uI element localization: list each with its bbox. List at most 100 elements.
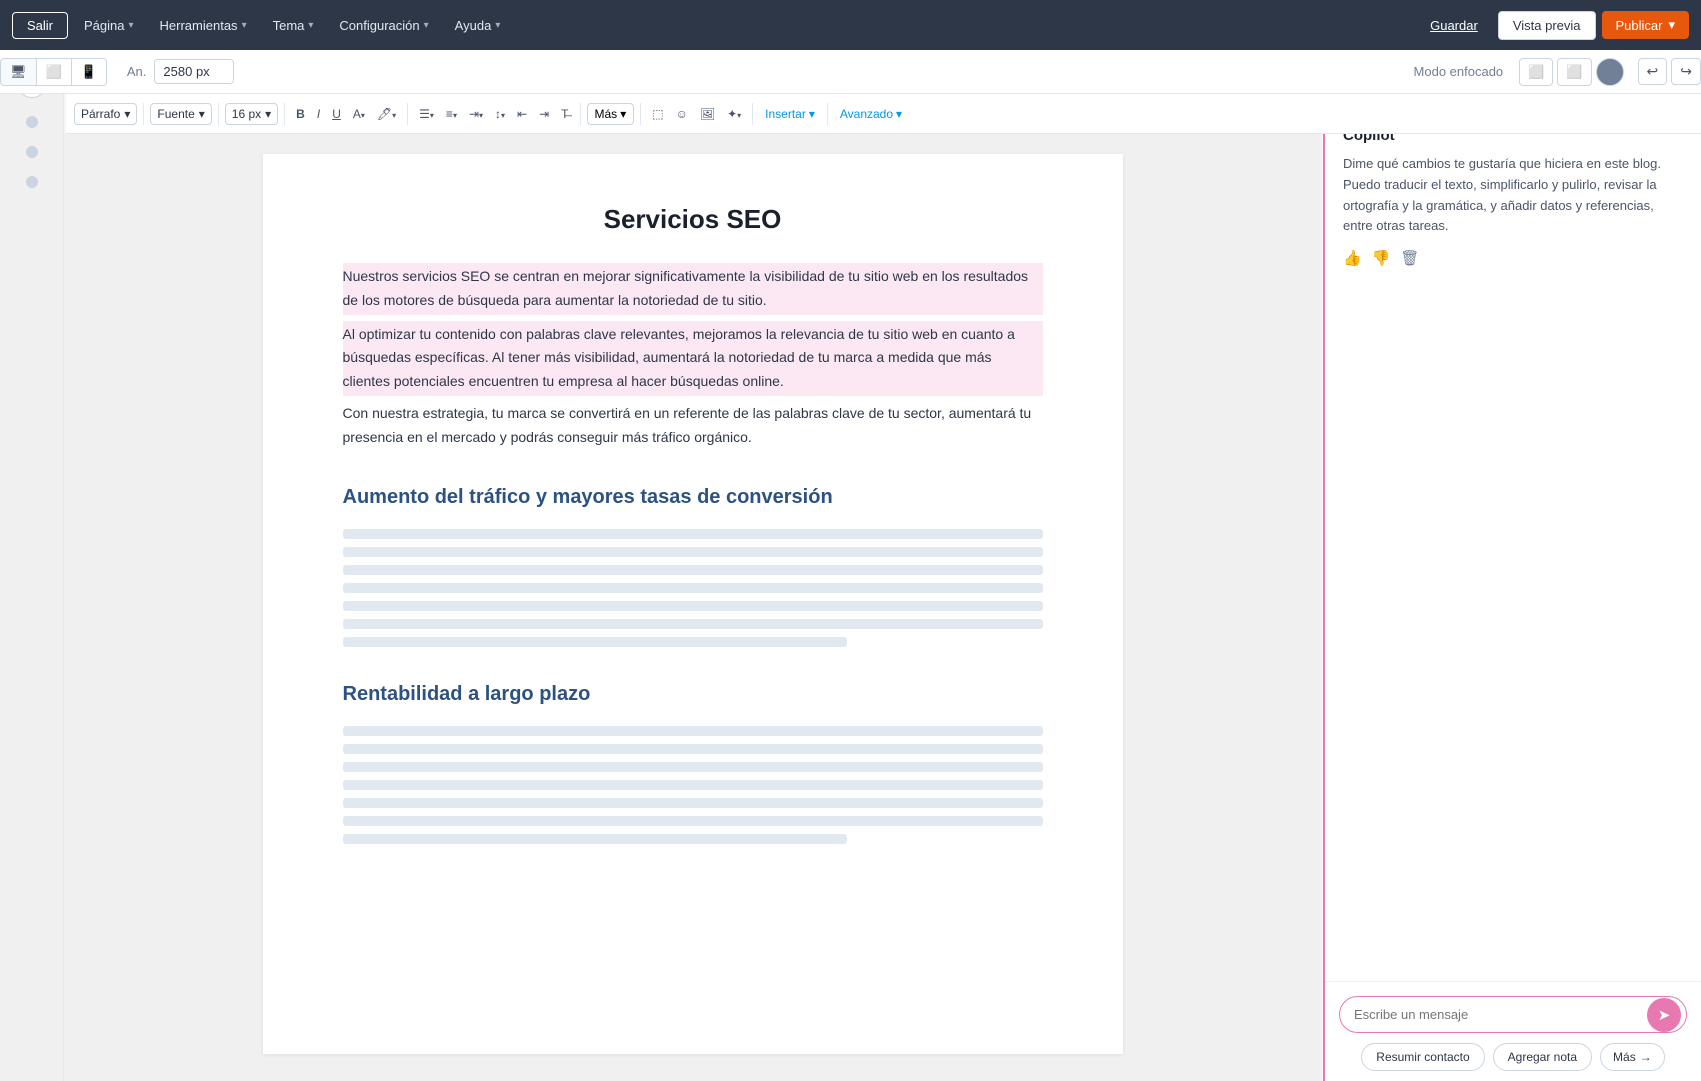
top-navigation: Salir Página ▾ Herramientas ▾ Tema ▾ Con… [0, 0, 1701, 50]
font-color-button[interactable]: A▾ [348, 103, 370, 125]
avanzado-button[interactable]: Avanzado ▾ [834, 104, 908, 124]
sidebar-dot-1[interactable] [26, 116, 38, 128]
width-input[interactable] [154, 59, 234, 84]
left-sidebar: + [0, 50, 64, 1081]
mode-btn-circle[interactable] [1596, 58, 1624, 86]
placeholder-line [343, 834, 847, 844]
insertar-button[interactable]: Insertar ▾ [759, 104, 821, 124]
thumbs-up-button[interactable]: 👍 [1343, 249, 1362, 267]
mobile-device-btn[interactable]: 📱 [72, 59, 106, 85]
vista-previa-button[interactable]: Vista previa [1498, 11, 1596, 40]
nav-tema[interactable]: Tema ▾ [263, 13, 324, 38]
image-button[interactable]: 🖼 [695, 103, 720, 125]
chevron-down-icon: ▾ [495, 20, 500, 31]
underline-button[interactable]: U [327, 103, 346, 125]
mode-btn-1[interactable]: ⬜ [1519, 58, 1553, 86]
publicar-button[interactable]: Publicar ▾ [1602, 11, 1690, 39]
message-input[interactable] [1340, 997, 1647, 1032]
agregar-nota-button[interactable]: Agregar nota [1493, 1043, 1592, 1071]
copilot-panel: Nuevo chat Chats ▾ ✕ Copilot Dime qué ca… [1323, 50, 1701, 1081]
separator [827, 103, 828, 125]
separator [752, 103, 753, 125]
nav-herramientas[interactable]: Herramientas ▾ [150, 13, 257, 38]
highlight-button[interactable]: 🖊▾ [372, 103, 401, 125]
send-message-button[interactable]: ➤ [1647, 998, 1681, 1032]
more-button[interactable]: Más ▾ [587, 103, 635, 125]
undo-button[interactable]: ↩ [1638, 58, 1668, 85]
chevron-down-icon: ▾ [424, 20, 429, 31]
placeholder-line [343, 529, 1043, 539]
desktop-device-btn[interactable]: 🖥 [1, 59, 37, 85]
paragraph-3[interactable]: Con nuestra estrategia, tu marca se conv… [343, 402, 1043, 450]
separator [580, 103, 581, 125]
mode-btn-2[interactable]: ⬜ [1557, 58, 1591, 86]
mode-buttons: ⬜ ⬜ [1519, 58, 1623, 86]
placeholder-line [343, 547, 1043, 557]
panel-body: Copilot Dime qué cambios te gustaría que… [1325, 109, 1701, 981]
placeholder-line [343, 583, 1043, 593]
chevron-down-icon: ▾ [809, 107, 815, 121]
paragraph-style-select[interactable]: Párrafo ▾ [74, 103, 137, 125]
chevron-down-icon: ▾ [265, 107, 271, 121]
nav-configuracion[interactable]: Configuración ▾ [329, 13, 438, 38]
guardar-button[interactable]: Guardar [1416, 12, 1492, 39]
paragraph-2[interactable]: Al optimizar tu contenido con palabras c… [343, 321, 1043, 396]
placeholder-line [343, 780, 1043, 790]
copilot-action-buttons: 👍 👎 🗑 [1343, 249, 1683, 267]
font-select[interactable]: Fuente ▾ [150, 103, 211, 125]
align-button[interactable]: ☰▾ [414, 103, 439, 125]
mas-button[interactable]: Más → [1600, 1043, 1665, 1071]
separator [407, 103, 408, 125]
section-heading-2: Aumento del tráfico y mayores tasas de c… [343, 486, 1043, 509]
page-canvas: Servicios SEO Nuestros servicios SEO se … [263, 154, 1123, 1054]
emoji-button[interactable]: ☺ [671, 103, 693, 125]
placeholder-line [343, 601, 1043, 611]
font-size-select[interactable]: 16 px ▾ [225, 103, 278, 125]
device-selector: 🖥 ⬜ 📱 [0, 58, 107, 86]
placeholder-block-2 [343, 726, 1043, 844]
section-heading-3: Rentabilidad a largo plazo [343, 683, 1043, 706]
placeholder-line [343, 619, 1043, 629]
placeholder-line [343, 637, 847, 647]
main-content-area: Servicios SEO Nuestros servicios SEO se … [64, 134, 1321, 1081]
thumbs-down-button[interactable]: 👎 [1372, 249, 1391, 267]
italic-button[interactable]: I [312, 103, 325, 125]
bold-button[interactable]: B [291, 103, 310, 125]
format-toolbar: Párrafo ▾ Fuente ▾ 16 px ▾ B I U A▾ 🖊▾ ☰… [66, 94, 1701, 134]
sidebar-dot-3[interactable] [26, 176, 38, 188]
chevron-down-icon: ▾ [199, 107, 205, 121]
undo-redo-group: ↩ ↪ [1638, 58, 1701, 85]
paragraph-1[interactable]: Nuestros servicios SEO se centran en mej… [343, 263, 1043, 315]
placeholder-line [343, 816, 1043, 826]
chevron-down-icon: ▾ [242, 20, 247, 31]
lineheight-button[interactable]: ↕▾ [490, 103, 510, 125]
placeholder-line [343, 798, 1043, 808]
salir-button[interactable]: Salir [12, 12, 68, 39]
list-button[interactable]: ≡▾ [441, 103, 462, 125]
chevron-down-icon: ▾ [308, 20, 313, 31]
copilot-message: Dime qué cambios te gustaría que hiciera… [1343, 154, 1683, 237]
clear-format-button[interactable]: T̶ [556, 103, 573, 125]
placeholder-line [343, 565, 1043, 575]
indent2-button[interactable]: ⇥ [534, 103, 554, 125]
outdent-button[interactable]: ⇤ [512, 103, 532, 125]
chevron-down-icon: ▾ [896, 107, 902, 121]
placeholder-line [343, 762, 1043, 772]
indent-button[interactable]: ⇥▾ [464, 103, 488, 125]
copy-button[interactable]: 🗑 [1400, 249, 1419, 267]
nav-pagina[interactable]: Página ▾ [74, 13, 144, 38]
sidebar-dot-2[interactable] [26, 146, 38, 158]
placeholder-block-1 [343, 529, 1043, 647]
panel-footer: ➤ Resumir contacto Agregar nota Más → [1325, 981, 1701, 1081]
resumir-contacto-button[interactable]: Resumir contacto [1361, 1043, 1484, 1071]
message-input-wrapper: ➤ [1339, 996, 1687, 1033]
block-button[interactable]: ⬚ [647, 103, 668, 125]
tablet-device-btn[interactable]: ⬜ [37, 59, 72, 85]
redo-button[interactable]: ↪ [1671, 58, 1701, 85]
separator [640, 103, 641, 125]
nav-ayuda[interactable]: Ayuda ▾ [445, 13, 511, 38]
chevron-down-icon: ▾ [1668, 17, 1675, 33]
separator [284, 103, 285, 125]
chevron-down-icon: ▾ [124, 107, 130, 121]
magic-button[interactable]: ✦▾ [722, 103, 746, 125]
